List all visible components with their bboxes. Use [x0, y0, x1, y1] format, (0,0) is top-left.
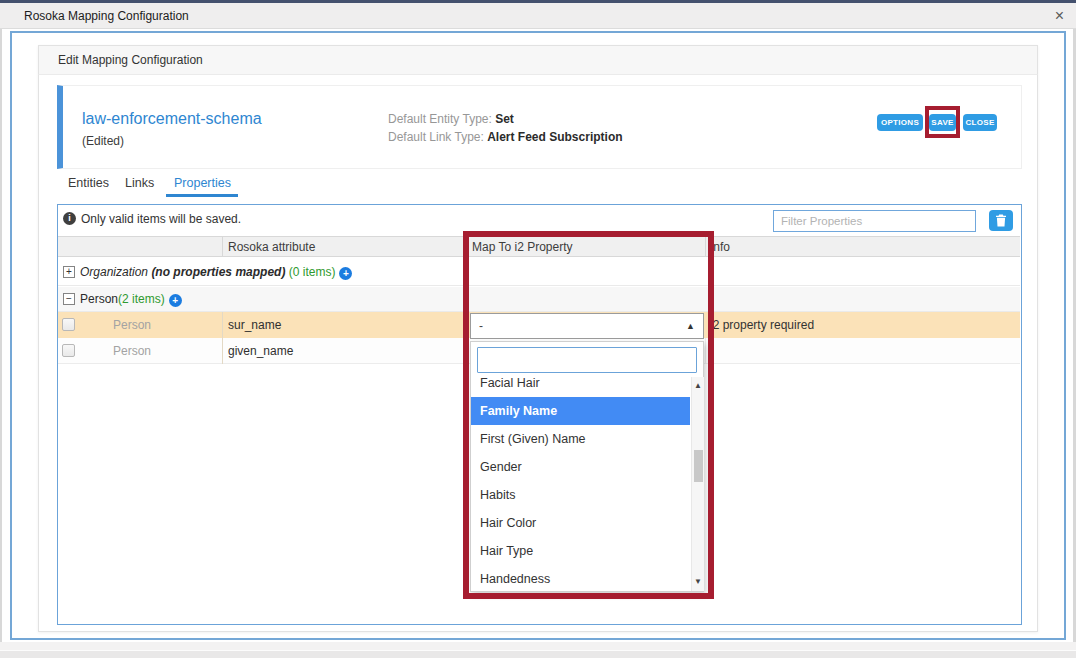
- annotation-save-highlight: [925, 106, 960, 138]
- row-type: Person: [113, 312, 151, 338]
- card-header: Edit Mapping Configuration: [38, 45, 1038, 75]
- col-header-rosoka-attribute: Rosoka attribute: [228, 240, 315, 254]
- filter-properties-input[interactable]: [773, 210, 976, 232]
- row-attribute: given_name: [228, 338, 293, 364]
- add-circle-icon[interactable]: +: [339, 267, 352, 280]
- schema-name: law-enforcement-schema: [82, 110, 262, 128]
- annotation-column-highlight: [463, 231, 714, 599]
- row-info: i2 property required: [710, 312, 814, 338]
- col-separator: [222, 236, 223, 257]
- schema-status: (Edited): [82, 134, 124, 148]
- close-icon[interactable]: ×: [1055, 3, 1064, 28]
- window-bottom-edge: [0, 650, 1076, 658]
- tab-links[interactable]: Links: [125, 176, 154, 190]
- collapse-icon[interactable]: −: [63, 293, 75, 305]
- group-label-person: Person(2 items)+: [80, 287, 182, 312]
- active-tab-underline: [166, 194, 238, 197]
- dialog-titlebar: Rosoka Mapping Configuration ×: [0, 3, 1076, 29]
- options-button[interactable]: OPTIONS: [877, 114, 923, 131]
- col-separator: [222, 312, 223, 364]
- row-checkbox[interactable]: [62, 344, 75, 357]
- info-circle-icon: i: [63, 212, 76, 225]
- trash-icon: [995, 214, 1007, 227]
- tab-properties[interactable]: Properties: [174, 176, 231, 190]
- default-entity-type: Default Entity Type: Set: [388, 111, 623, 129]
- row-attribute: sur_name: [228, 312, 281, 338]
- row-type: Person: [113, 338, 151, 364]
- window-left-edge: [0, 29, 2, 642]
- tab-entities[interactable]: Entities: [68, 176, 109, 190]
- group-label-organization: Organization (no properties mapped) (0 i…: [80, 258, 352, 286]
- close-button[interactable]: CLOSE: [963, 114, 997, 131]
- window-bottom-area: [0, 642, 1076, 650]
- expand-icon[interactable]: +: [63, 266, 75, 278]
- schema-defaults: Default Entity Type: Set Default Link Ty…: [388, 111, 623, 146]
- delete-button[interactable]: [989, 210, 1013, 231]
- add-circle-icon[interactable]: +: [169, 294, 182, 307]
- dialog-title: Rosoka Mapping Configuration: [24, 3, 189, 29]
- default-link-type: Default Link Type: Alert Feed Subscripti…: [388, 129, 623, 147]
- card-header-title: Edit Mapping Configuration: [58, 46, 203, 75]
- row-checkbox[interactable]: [62, 318, 75, 331]
- table-notice: Only valid items will be saved.: [81, 212, 241, 226]
